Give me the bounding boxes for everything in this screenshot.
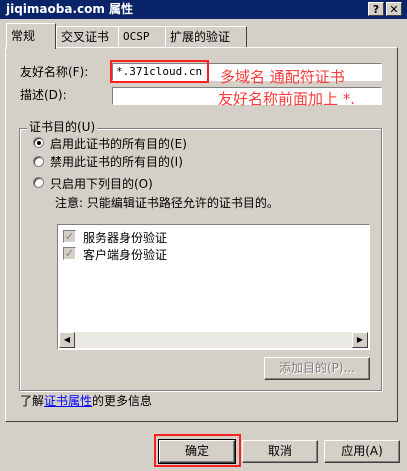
radio-disable-all[interactable] [33, 156, 44, 167]
radio-disable-all-label: 禁用此证书的所有目的(I) [50, 155, 183, 169]
friendly-name-highlight [110, 60, 209, 83]
list-item-label: 客户端身份验证 [83, 248, 168, 262]
cancel-label: 取消 [267, 444, 292, 458]
tab-label: 交叉证书 [61, 30, 110, 44]
radio-enable-all-label: 启用此证书的所有目的(E) [50, 137, 187, 151]
title-bar: jiqimaoba.com 属性 ? ✕ [0, 0, 407, 19]
arrow-right-icon: ▶ [356, 335, 364, 344]
horizontal-scrollbar[interactable]: ◀ ▶ [59, 332, 368, 348]
radio-selected-dot [37, 141, 41, 145]
purposes-note: 注意: 只能编辑证书路径允许的证书目的。 [55, 196, 279, 210]
list-item[interactable]: ✓ 客户端身份验证 [63, 246, 353, 262]
learn-more-text: 了解证书属性的更多信息 [20, 392, 152, 409]
window-title: jiqimaoba.com 属性 [6, 2, 134, 16]
add-purpose-label: 添加目的(P)... [278, 361, 356, 375]
tab-label: OCSP [123, 30, 150, 43]
properties-dialog: jiqimaoba.com 属性 ? ✕ 常规 交叉证书 OCSP 扩展的验证 … [0, 0, 407, 471]
apply-button[interactable]: 应用(A) [324, 440, 400, 463]
apply-label: 应用(A) [341, 444, 383, 458]
annotation-line-1: 多域名 通配符证书 [220, 68, 345, 86]
scroll-right-button[interactable]: ▶ [352, 332, 368, 348]
list-item[interactable]: ✓ 服务器身份验证 [63, 229, 353, 245]
purposes-group-title: 证书目的(U) [27, 118, 98, 135]
tab-extended-validation[interactable]: 扩展的验证 [165, 26, 247, 47]
friendly-name-label: 友好名称(F): [20, 65, 89, 79]
scroll-left-button[interactable]: ◀ [59, 332, 75, 348]
radio-enable-all[interactable] [33, 137, 44, 148]
checkbox-server-auth[interactable]: ✓ [63, 230, 76, 243]
close-icon: ✕ [389, 3, 399, 16]
annotation-line-2: 友好名称前面加上 *. [218, 90, 356, 108]
learn-more-prefix: 了解 [20, 394, 45, 408]
purposes-list[interactable]: ✓ 服务器身份验证 ✓ 客户端身份验证 ◀ ▶ [57, 224, 370, 350]
radio-only-following-label: 只启用下列目的(O) [50, 177, 153, 191]
list-item-label: 服务器身份验证 [83, 231, 168, 245]
cancel-button[interactable]: 取消 [242, 440, 318, 463]
add-purpose-button[interactable]: 添加目的(P)... [264, 357, 370, 380]
ok-button-highlight [154, 434, 241, 467]
tab-general[interactable]: 常规 [6, 23, 56, 49]
arrow-left-icon: ◀ [63, 335, 71, 344]
checkbox-client-auth[interactable]: ✓ [63, 247, 76, 260]
learn-more-suffix: 的更多信息 [92, 394, 153, 408]
help-icon: ? [372, 3, 380, 16]
help-button[interactable]: ? [368, 2, 384, 16]
tab-label: 扩展的验证 [170, 30, 231, 44]
description-label: 描述(D): [20, 88, 67, 102]
tab-cross-certificates[interactable]: 交叉证书 [56, 26, 123, 47]
radio-only-following[interactable] [33, 177, 44, 188]
certificate-properties-link[interactable]: 证书属性 [44, 394, 92, 408]
tab-label: 常规 [11, 29, 36, 43]
tab-ocsp[interactable]: OCSP [118, 26, 168, 47]
close-button[interactable]: ✕ [386, 2, 402, 16]
